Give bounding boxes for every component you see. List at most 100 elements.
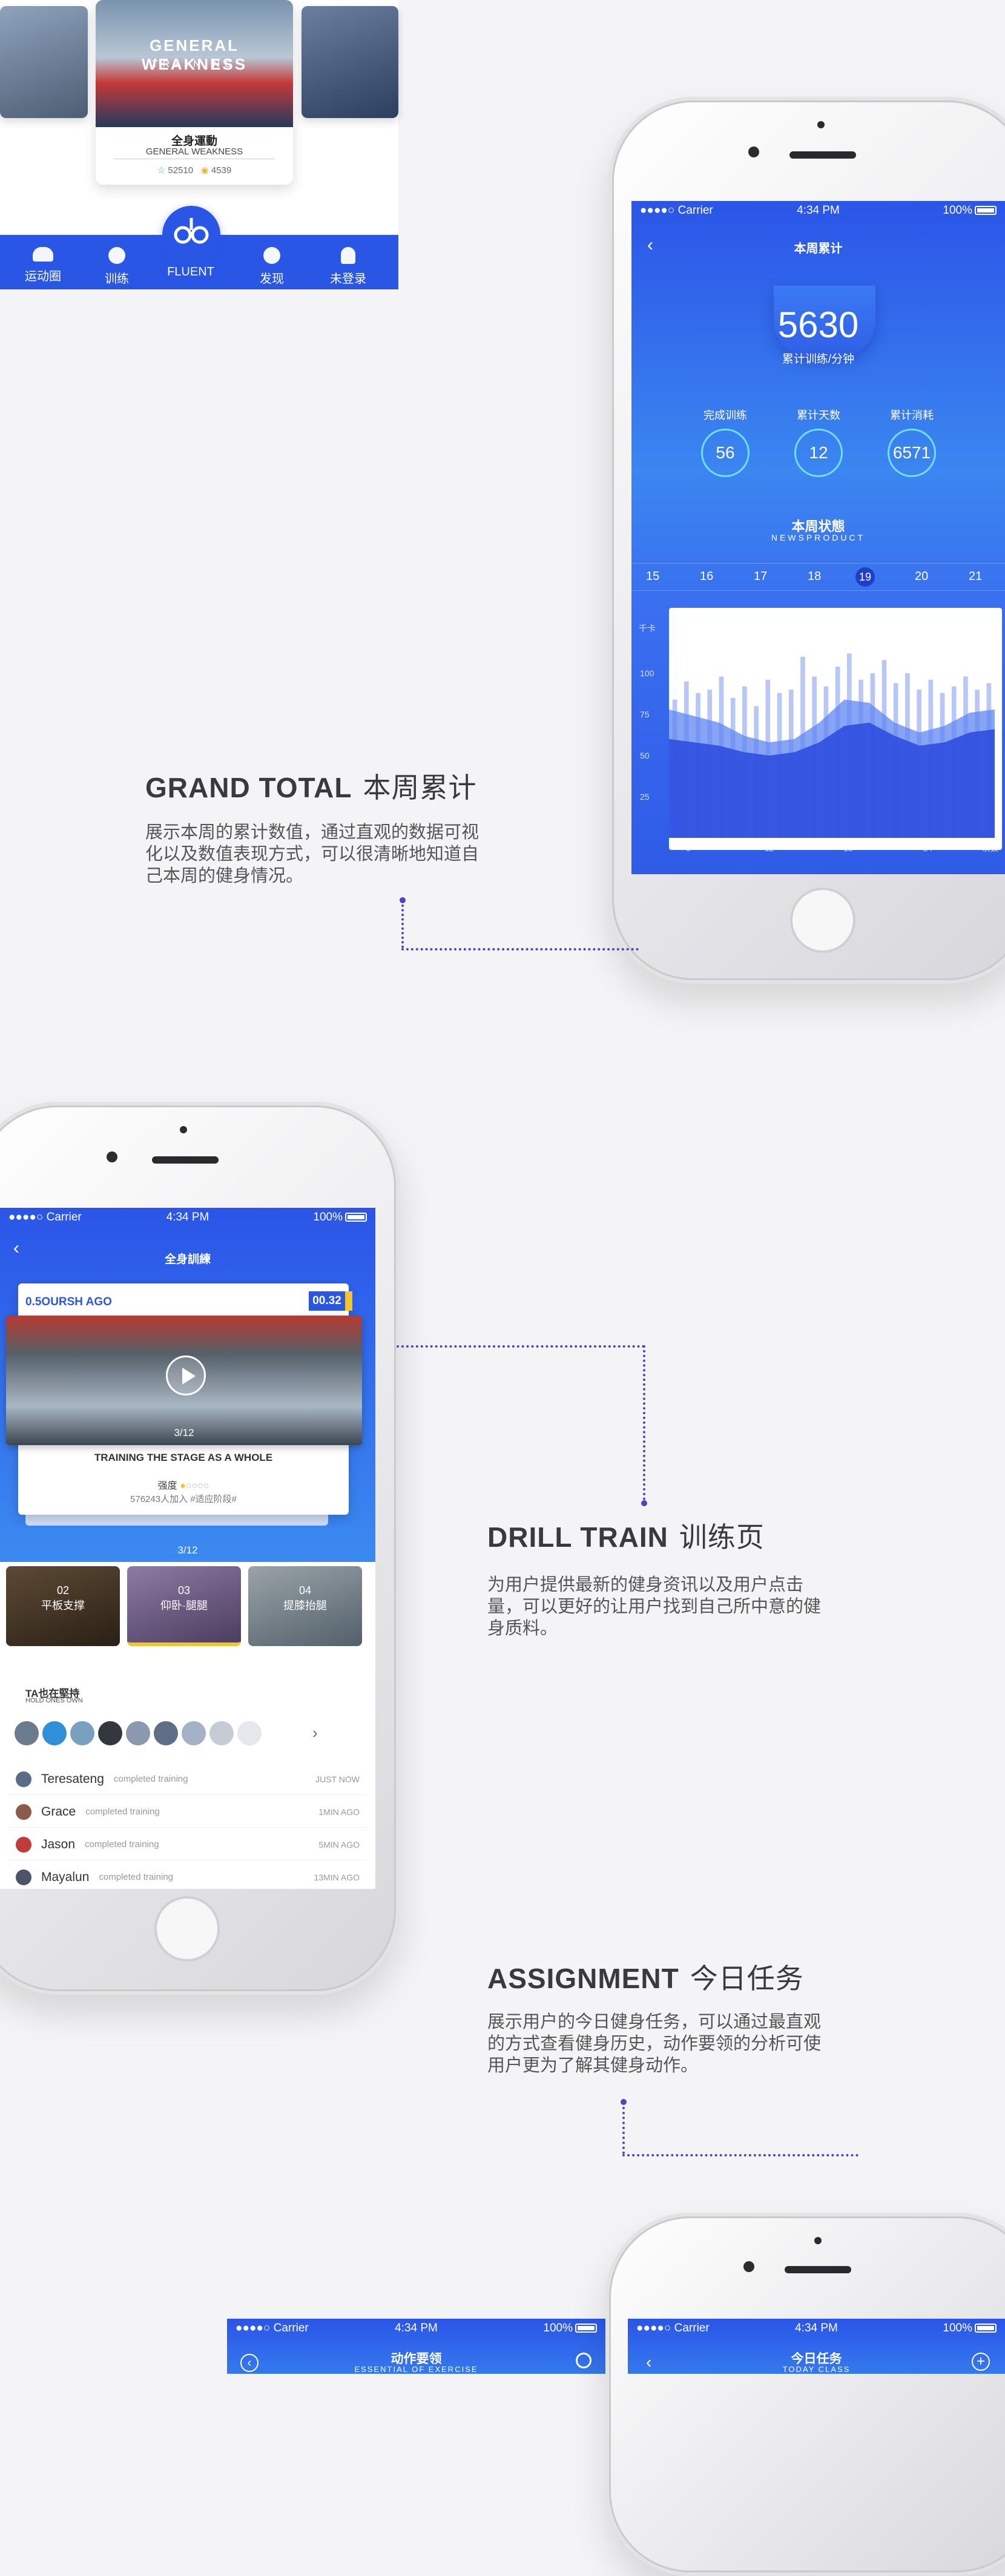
joined-count: 576243人加入 #适应阶段# xyxy=(130,1494,237,1504)
phone-today-task xyxy=(605,2213,1005,2576)
feed-item[interactable]: Jason completed training 5MIN AGO xyxy=(8,1829,367,1860)
chart-y-tick: 100 xyxy=(640,668,654,678)
stat-ring: 56 xyxy=(701,429,750,477)
tab-login[interactable]: 未登录 xyxy=(321,247,375,286)
drill-train-desc: 为用户提供最新的健身资讯以及用户点击量，可以更好的让用户找到自己所中意的健身质料… xyxy=(487,1575,822,1638)
status-bar: ●●●●○ Carrier 4:34 PM 100% xyxy=(628,2319,1005,2338)
nav-subtitle: ESSENTIAL OF EXERCISE xyxy=(354,2365,478,2374)
connector-line xyxy=(401,904,404,948)
exercise-card-04[interactable]: 04 提膝抬腿 xyxy=(248,1566,362,1646)
connector-line xyxy=(622,2107,625,2154)
battery-icon xyxy=(575,2324,597,2333)
time-ago: 0.5OURSH AGO xyxy=(25,1296,112,1308)
stat-3: 累计消耗 6571 xyxy=(885,407,939,477)
date-item-selected[interactable]: 19 xyxy=(855,567,875,587)
battery-icon xyxy=(975,2324,997,2333)
play-button-icon[interactable] xyxy=(166,1356,206,1395)
avatar[interactable] xyxy=(70,1721,94,1745)
earpiece xyxy=(152,1156,219,1164)
dumbbell-icon xyxy=(108,247,125,264)
tab-fluent[interactable]: FLUENT xyxy=(163,265,218,279)
chart-x-tick: 6 xyxy=(686,843,691,853)
stat-1: 完成训练 56 xyxy=(698,407,753,477)
fluent-logo-icon xyxy=(174,218,209,244)
chart-x-tick: 24 xyxy=(923,843,933,853)
date-item[interactable]: 21 xyxy=(969,570,982,584)
card-banner-sub: TRAINING xyxy=(151,59,237,70)
tab-training[interactable]: 训练 xyxy=(90,247,144,286)
video-thumbnail[interactable]: 3/12 xyxy=(6,1316,362,1445)
grand-total-desc: 展示本周的累计数值，通过直观的数据可视化以及数值表现方式，可以很清晰地知道自己本… xyxy=(145,823,479,886)
chart-y-tick: 75 xyxy=(640,710,650,719)
hold-subtitle: HOLD ONES OWN xyxy=(25,1697,83,1704)
feed-item[interactable]: Teresateng completed training JUST NOW xyxy=(8,1764,367,1795)
tab-circle[interactable]: 运动圈 xyxy=(16,247,70,284)
connector-line xyxy=(643,1345,645,1500)
exercise-card-03[interactable]: 03 仰卧·腿腿 xyxy=(127,1566,241,1646)
stat-2: 累计天数 12 xyxy=(791,407,846,477)
date-item[interactable]: 20 xyxy=(915,570,928,584)
pager: 3/12 xyxy=(177,1544,198,1556)
card-stat-1: 52510 xyxy=(168,165,194,176)
avatar[interactable] xyxy=(209,1721,234,1745)
card-stat-2: 4539 xyxy=(211,165,232,176)
earpiece xyxy=(785,2266,851,2273)
nav-title: 本周累计 xyxy=(794,242,843,255)
avatar[interactable] xyxy=(182,1721,206,1745)
card-subtitle: GENERAL WEAKNESS xyxy=(145,147,243,157)
flame-icon: ● xyxy=(180,1481,186,1491)
card-title: 全身運動 xyxy=(171,135,217,148)
stat-ring: 6571 xyxy=(888,429,936,477)
avatar xyxy=(16,1804,31,1820)
feed-item[interactable]: Mayalun completed training 13MIN AGO xyxy=(8,1862,367,1889)
front-camera xyxy=(748,147,759,157)
more-chevron-icon[interactable]: › xyxy=(312,1724,318,1742)
proximity-sensor xyxy=(180,1126,187,1133)
avatar[interactable] xyxy=(154,1721,178,1745)
add-icon[interactable]: + xyxy=(972,2353,990,2371)
status-bar: ●●●●○ Carrier 4:34 PM 100% xyxy=(0,1208,375,1227)
exercise-card-02[interactable]: 02 平板支撑 xyxy=(6,1566,120,1646)
date-item[interactable]: 15 xyxy=(646,570,659,584)
avatar[interactable] xyxy=(126,1721,150,1745)
avatar[interactable] xyxy=(15,1721,39,1745)
side-card-right[interactable] xyxy=(302,6,398,118)
stat-ring: 12 xyxy=(794,429,843,477)
date-strip: 15 16 17 18 19 20 21 xyxy=(631,563,1005,591)
star-icon: ☆ xyxy=(157,165,166,176)
card-stats: ☆ 52510 ◉ 4539 xyxy=(96,165,293,176)
home-button[interactable] xyxy=(154,1896,220,1962)
avatar[interactable] xyxy=(42,1721,67,1745)
side-card-left[interactable] xyxy=(0,6,88,118)
flame-icon: ○○○○ xyxy=(185,1481,209,1491)
total-label: 累计训练/分钟 xyxy=(782,353,855,366)
earpiece xyxy=(789,151,856,159)
feed-item[interactable]: Grace completed training 1MIN AGO xyxy=(8,1796,367,1828)
video-counter: 3/12 xyxy=(174,1427,194,1438)
chart-y-tick: 25 xyxy=(640,792,650,802)
date-item[interactable]: 18 xyxy=(808,570,821,584)
home-button[interactable] xyxy=(790,888,855,953)
date-item[interactable]: 17 xyxy=(754,570,767,584)
avatar[interactable] xyxy=(237,1721,262,1745)
date-item[interactable]: 16 xyxy=(700,570,713,584)
chart-y-tick: 50 xyxy=(640,751,650,760)
battery-icon xyxy=(345,1213,367,1222)
fluent-logo-button[interactable] xyxy=(162,206,220,264)
screen-exercise-essentials: ●●●●○ Carrier 4:34 PM 100% ‹ 动作要领 ESSENT… xyxy=(227,2319,605,2374)
training-title: TRAINING THE STAGE AS A WHOLE xyxy=(94,1452,273,1463)
coin-icon: ◉ xyxy=(200,165,209,176)
nav-subtitle: TODAY CLASS xyxy=(782,2365,851,2374)
avatar xyxy=(16,1771,31,1787)
search-icon[interactable] xyxy=(576,2353,591,2368)
assignment-desc: 展示用户的今日健身任务，可以通过最直观的方式查看健身历史，动作要领的分析可使用户… xyxy=(487,2012,822,2075)
front-camera xyxy=(743,2261,754,2272)
chart-x-unit: 次数 xyxy=(983,844,998,853)
drill-train-title: DRILL TRAIN 训练页 xyxy=(487,1521,765,1553)
avatar[interactable] xyxy=(98,1721,122,1745)
status-bar: ●●●●○ Carrier 4:34 PM 100% xyxy=(631,201,1005,220)
featured-card[interactable]: GENERAL WEAKNESS TRAINING 全身運動 GENERAL W… xyxy=(96,0,293,185)
assignment-title: ASSIGNMENT 今日任务 xyxy=(487,1963,804,1994)
discover-icon xyxy=(263,247,280,264)
tab-discover[interactable]: 发现 xyxy=(245,247,299,286)
